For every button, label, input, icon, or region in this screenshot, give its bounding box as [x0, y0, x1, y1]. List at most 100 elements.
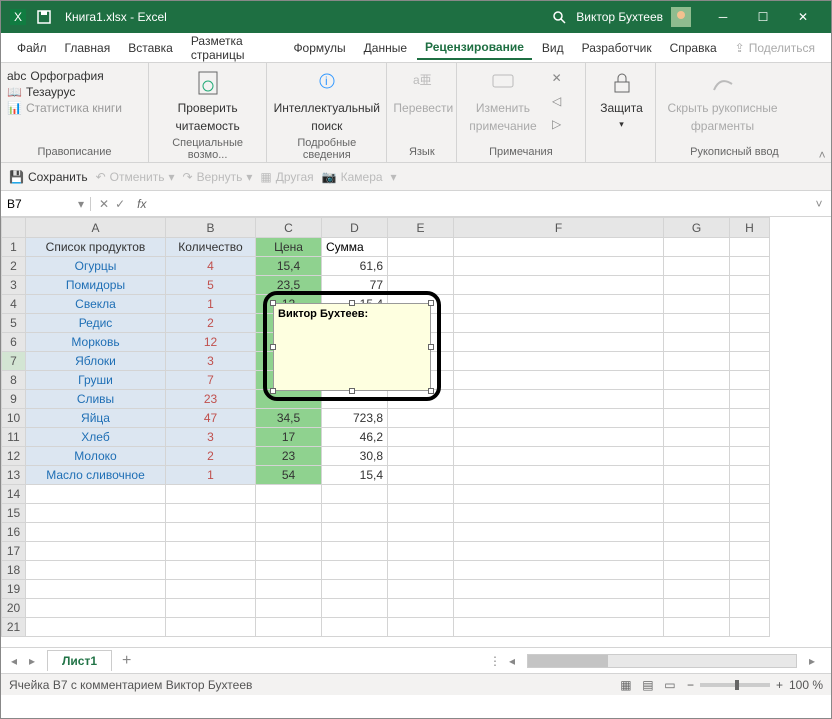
cancel-formula-icon[interactable]: ✕: [99, 197, 109, 211]
cell[interactable]: Список продуктов: [26, 238, 166, 257]
cell[interactable]: 77: [322, 276, 388, 295]
save-icon[interactable]: [35, 8, 53, 26]
cell[interactable]: 7: [166, 371, 256, 390]
edit-comment-button[interactable]: Изменить примечание: [463, 67, 542, 135]
zoom-in-button[interactable]: +: [776, 678, 783, 692]
cell[interactable]: 34,5: [256, 409, 322, 428]
cell[interactable]: Редис: [26, 314, 166, 333]
cell[interactable]: Масло сливочное: [26, 466, 166, 485]
comment-popup[interactable]: Виктор Бухтеев:: [273, 303, 431, 391]
row-header[interactable]: 20: [2, 599, 26, 618]
translate-button[interactable]: a亜 Перевести: [393, 67, 453, 117]
zoom-out-button[interactable]: −: [687, 678, 694, 692]
user-account[interactable]: Виктор Бухтеев: [576, 7, 691, 27]
col-header-H[interactable]: H: [730, 218, 770, 238]
cell[interactable]: 1: [166, 295, 256, 314]
view-pagelayout-icon[interactable]: ▤: [637, 678, 659, 692]
add-sheet-button[interactable]: +: [122, 652, 131, 670]
prev-comment-button[interactable]: ◁: [547, 92, 567, 110]
share-button[interactable]: ⇪Поделиться: [727, 37, 823, 59]
row-header[interactable]: 11: [2, 428, 26, 447]
col-header-C[interactable]: C: [256, 218, 322, 238]
menu-formulas[interactable]: Формулы: [285, 37, 353, 59]
zoom-control[interactable]: − + 100 %: [687, 678, 823, 692]
hscroll-track[interactable]: [527, 654, 797, 668]
cell[interactable]: Помидоры: [26, 276, 166, 295]
hscroll-thumb[interactable]: [528, 655, 608, 667]
menu-developer[interactable]: Разработчик: [574, 37, 660, 59]
name-box[interactable]: B7▾: [1, 197, 91, 211]
thesaurus-button[interactable]: 📖Тезаурус: [7, 85, 142, 99]
cell[interactable]: 12: [166, 333, 256, 352]
row-header[interactable]: 14: [2, 485, 26, 504]
cell[interactable]: 17: [256, 428, 322, 447]
row-header[interactable]: 9: [2, 390, 26, 409]
menu-home[interactable]: Главная: [57, 37, 119, 59]
cell[interactable]: Сливы: [26, 390, 166, 409]
enter-formula-icon[interactable]: ✓: [115, 197, 125, 211]
col-header-F[interactable]: F: [454, 218, 664, 238]
cell[interactable]: 5: [166, 276, 256, 295]
row-header[interactable]: 18: [2, 561, 26, 580]
cell[interactable]: Яйца: [26, 409, 166, 428]
view-normal-icon[interactable]: ▦: [615, 678, 637, 692]
row-header[interactable]: 16: [2, 523, 26, 542]
close-button[interactable]: ✕: [783, 1, 823, 33]
cell[interactable]: 723,8: [322, 409, 388, 428]
collapse-ribbon-button[interactable]: ˄: [813, 63, 831, 162]
cell[interactable]: 15,4: [256, 257, 322, 276]
cell[interactable]: 46,2: [322, 428, 388, 447]
fx-icon[interactable]: fx: [133, 197, 150, 211]
cell[interactable]: Цена: [256, 238, 322, 257]
sheet-tab-1[interactable]: Лист1: [47, 650, 112, 671]
col-header-A[interactable]: A: [26, 218, 166, 238]
qa-more-button[interactable]: ▾: [391, 170, 397, 184]
hscroll-left[interactable]: ◂: [503, 654, 521, 668]
workbook-stats-button[interactable]: 📊Статистика книги: [7, 101, 142, 115]
delete-comment-button[interactable]: ✕: [547, 69, 567, 87]
col-header-B[interactable]: B: [166, 218, 256, 238]
cell[interactable]: 15,4: [322, 466, 388, 485]
row-header[interactable]: 5: [2, 314, 26, 333]
row-header[interactable]: 12: [2, 447, 26, 466]
cell[interactable]: 2: [166, 447, 256, 466]
cell[interactable]: Хлеб: [26, 428, 166, 447]
menu-help[interactable]: Справка: [662, 37, 725, 59]
col-header-D[interactable]: D: [322, 218, 388, 238]
menu-insert[interactable]: Вставка: [120, 37, 181, 59]
qa-camera-button[interactable]: 📷Камера: [322, 170, 383, 184]
cell[interactable]: 54: [256, 466, 322, 485]
cell[interactable]: 47: [166, 409, 256, 428]
row-header[interactable]: 19: [2, 580, 26, 599]
cell[interactable]: 23: [256, 447, 322, 466]
expand-formula-bar-button[interactable]: ˅: [807, 197, 831, 211]
row-header[interactable]: 4: [2, 295, 26, 314]
cell[interactable]: 2: [166, 314, 256, 333]
cell[interactable]: 61,6: [322, 257, 388, 276]
col-header-E[interactable]: E: [388, 218, 454, 238]
zoom-slider[interactable]: [700, 683, 770, 687]
row-header[interactable]: 3: [2, 276, 26, 295]
row-header[interactable]: 21: [2, 618, 26, 637]
row-header[interactable]: 2: [2, 257, 26, 276]
maximize-button[interactable]: ☐: [743, 1, 783, 33]
grid[interactable]: ABCDEFGH1Список продуктовКоличествоЦенаС…: [1, 217, 770, 637]
cell[interactable]: 3: [166, 428, 256, 447]
cell[interactable]: Яблоки: [26, 352, 166, 371]
row-header[interactable]: 13: [2, 466, 26, 485]
qa-save-button[interactable]: 💾Сохранить: [9, 170, 88, 184]
qa-redo-button[interactable]: ↷Вернуть ▾: [183, 170, 253, 184]
row-header[interactable]: 10: [2, 409, 26, 428]
menu-pagelayout[interactable]: Разметка страницы: [183, 30, 284, 66]
menu-data[interactable]: Данные: [356, 37, 415, 59]
spelling-button[interactable]: abcОрфография: [7, 69, 142, 83]
cell[interactable]: Морковь: [26, 333, 166, 352]
cell[interactable]: Груши: [26, 371, 166, 390]
search-icon[interactable]: [550, 8, 568, 26]
cell[interactable]: 4: [166, 257, 256, 276]
cell[interactable]: 3: [166, 352, 256, 371]
minimize-button[interactable]: ─: [703, 1, 743, 33]
row-header[interactable]: 6: [2, 333, 26, 352]
view-pagebreak-icon[interactable]: ▭: [659, 678, 681, 692]
tab-nav-next[interactable]: ▸: [23, 654, 41, 668]
